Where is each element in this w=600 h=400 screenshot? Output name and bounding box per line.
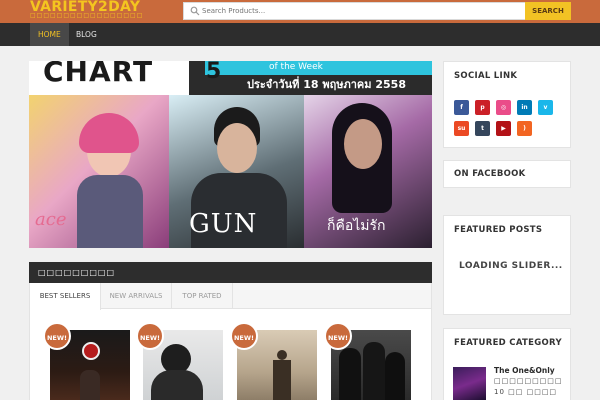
widget-title: SOCIAL LINK (454, 71, 518, 81)
stumbleupon-icon[interactable]: su (454, 121, 469, 136)
widget-on-facebook: ON FACEBOOK (443, 160, 571, 188)
banner-week-number: 5 (206, 61, 222, 84)
banner-chart-label: CHART (43, 61, 154, 88)
widget-title: FEATURED POSTS (454, 225, 543, 235)
hero-banner[interactable]: CHART 5 of the Week ประจำวันที่ 18 พฤษภา… (29, 61, 432, 248)
new-badge: NEW! (324, 322, 352, 350)
search-icon (190, 6, 200, 16)
banner-date: ประจำวันที่ 18 พฤษภาคม 2558 (247, 78, 406, 91)
widget-featured-posts: FEATURED POSTS LOADING SLIDER... (443, 215, 571, 315)
tumblr-icon[interactable]: t (475, 121, 490, 136)
new-badge: NEW! (136, 322, 164, 350)
pinterest-icon[interactable]: p (475, 100, 490, 115)
tab-bar: BEST SELLERS NEW ARRIVALS TOP RATED (30, 283, 431, 310)
vimeo-icon[interactable]: v (538, 100, 553, 115)
nav-item-home[interactable]: HOME (30, 23, 69, 46)
rss-icon[interactable]: ) (517, 121, 532, 136)
widget-title: ON FACEBOOK (454, 169, 526, 179)
new-badge: NEW! (230, 322, 258, 350)
new-badge: NEW! (43, 322, 71, 350)
tab-best-sellers[interactable]: BEST SELLERS (30, 283, 101, 310)
featured-category-thumbnail[interactable] (453, 367, 486, 400)
site-tagline: □□□□□□□□□□□□□□□□□ (30, 12, 144, 19)
main-nav: HOME BLOG (0, 23, 600, 46)
banner-week-label: of the Week (269, 62, 323, 72)
linkedin-icon[interactable]: in (517, 100, 532, 115)
featured-category-item-title[interactable]: The One&Only (494, 366, 555, 375)
section-title: □□□□□□□□□ (38, 268, 116, 277)
widget-title: FEATURED CATEGORY (454, 338, 562, 348)
featured-category-item-line: 10 □□ □□□□ (494, 388, 558, 396)
tab-new-arrivals[interactable]: NEW ARRIVALS (101, 283, 172, 309)
tab-top-rated[interactable]: TOP RATED (172, 283, 233, 309)
facebook-icon[interactable]: f (454, 100, 469, 115)
section-header: □□□□□□□□□ (29, 262, 432, 283)
search-button[interactable]: SEARCH (525, 2, 571, 20)
slider-loading-text: LOADING SLIDER... (459, 261, 563, 271)
dribbble-icon[interactable]: ◎ (496, 100, 511, 115)
top-header-bar: VARIETY2DAY □□□□□□□□□□□□□□□□□ SEARCH (0, 0, 600, 23)
search-input[interactable] (202, 4, 522, 18)
banner-artist-left-text: ace (35, 209, 67, 230)
youtube-icon[interactable]: ▶ (496, 121, 511, 136)
search-box (183, 2, 526, 20)
banner-song-title: ก็คือไม่รัก (327, 218, 386, 234)
nav-item-blog[interactable]: BLOG (68, 23, 105, 46)
featured-category-item-line: □□□□□□□□□ (494, 377, 563, 385)
banner-artist-name: GUN (189, 209, 258, 239)
